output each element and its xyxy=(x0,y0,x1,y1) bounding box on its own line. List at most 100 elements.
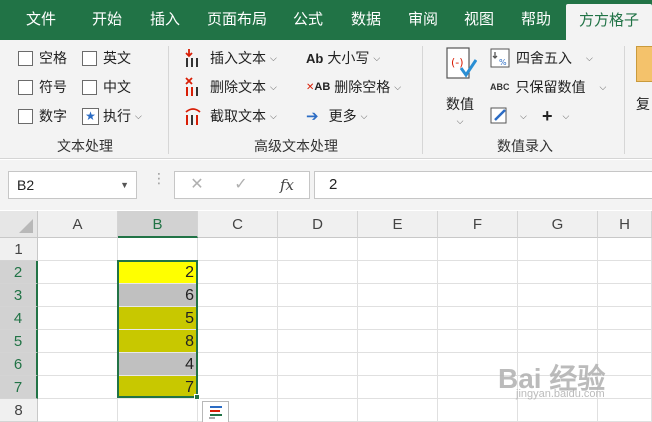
checkbox-space[interactable]: 空格 xyxy=(18,47,67,69)
tab-help[interactable]: 帮助 xyxy=(507,0,565,40)
cell-b3[interactable]: 6 xyxy=(118,284,198,307)
grid-cell[interactable] xyxy=(278,261,358,284)
chevron-down-icon[interactable]: ▼ xyxy=(120,172,129,198)
grid-cell[interactable] xyxy=(278,284,358,307)
grid-cell[interactable] xyxy=(38,261,118,284)
grid-cell[interactable] xyxy=(198,261,278,284)
confirm-icon[interactable]: ✓ xyxy=(227,174,255,196)
grid-cell[interactable] xyxy=(438,307,518,330)
grid-cell[interactable] xyxy=(198,284,278,307)
column-header-g[interactable]: G xyxy=(518,211,598,238)
grid-cell[interactable] xyxy=(278,330,358,353)
grid-cell[interactable] xyxy=(198,238,278,261)
tab-home[interactable]: 开始 xyxy=(78,0,136,40)
grid-cell[interactable] xyxy=(118,399,198,422)
grid-cell[interactable] xyxy=(598,284,652,307)
grid-cell[interactable] xyxy=(38,353,118,376)
more-button[interactable]: ➔ 更多 ⌵ xyxy=(306,105,367,127)
grid-cell[interactable] xyxy=(598,238,652,261)
tab-fangfang[interactable]: 方方格子 xyxy=(566,4,652,40)
grid-cell[interactable] xyxy=(38,284,118,307)
grid-cell[interactable] xyxy=(278,376,358,399)
tab-review[interactable]: 审阅 xyxy=(394,0,452,40)
checkbox-box[interactable] xyxy=(82,79,97,95)
checkbox-box[interactable] xyxy=(82,50,97,66)
grid-cell[interactable] xyxy=(198,307,278,330)
tab-view[interactable]: 视图 xyxy=(450,0,508,40)
grid-cell[interactable] xyxy=(358,284,438,307)
grid-cell[interactable] xyxy=(278,238,358,261)
grid-cell[interactable] xyxy=(518,307,598,330)
checkbox-box[interactable] xyxy=(18,50,33,66)
row-header-5[interactable]: 5 xyxy=(0,330,38,353)
checkbox-english[interactable]: 英文 xyxy=(82,47,131,69)
grid-cell[interactable] xyxy=(278,307,358,330)
execute-button[interactable]: ★ 执行 ⌵ xyxy=(82,105,142,127)
grid-cell[interactable] xyxy=(38,238,118,261)
grid-cell[interactable] xyxy=(38,376,118,399)
quick-analysis-button[interactable] xyxy=(202,401,229,422)
grid-cell[interactable] xyxy=(38,330,118,353)
case-button[interactable]: Ab 大小写 ⌵ xyxy=(306,47,380,69)
grid-cell[interactable] xyxy=(438,238,518,261)
insert-text-button[interactable]: 插入文本 ⌵ xyxy=(184,47,277,69)
checkbox-box[interactable] xyxy=(18,79,33,95)
grid-cell[interactable] xyxy=(358,261,438,284)
cell-b5[interactable]: 8 xyxy=(118,330,198,353)
grid-cell[interactable] xyxy=(438,284,518,307)
delete-text-button[interactable]: 删除文本 ⌵ xyxy=(184,76,277,98)
grid-cell[interactable] xyxy=(278,399,358,422)
tab-insert[interactable]: 插入 xyxy=(136,0,194,40)
checkbox-box[interactable] xyxy=(18,108,33,124)
grid-cell[interactable] xyxy=(358,307,438,330)
grid-cell[interactable] xyxy=(598,353,652,376)
edit-format-button[interactable]: ⌵ xyxy=(490,105,527,127)
row-header-8[interactable]: 8 xyxy=(0,399,38,422)
grid-cell[interactable] xyxy=(278,353,358,376)
cell-b2[interactable]: 2 xyxy=(118,261,198,284)
grid-cell[interactable] xyxy=(598,307,652,330)
grid-cell[interactable] xyxy=(518,261,598,284)
delete-spaces-button[interactable]: ✕AB 删除空格 ⌵ xyxy=(306,76,401,98)
grid-cell[interactable] xyxy=(518,399,598,422)
select-all-corner[interactable] xyxy=(0,211,38,238)
grid-cell[interactable] xyxy=(358,399,438,422)
column-header-e[interactable]: E xyxy=(358,211,438,238)
name-box[interactable]: B2 ▼ xyxy=(8,171,137,199)
cancel-icon[interactable]: ✕ xyxy=(183,174,211,196)
grid-cell[interactable] xyxy=(518,284,598,307)
column-header-b[interactable]: B xyxy=(118,211,198,238)
cell-b7[interactable]: 7 xyxy=(118,376,198,399)
grid-cell[interactable] xyxy=(598,330,652,353)
keep-values-button[interactable]: ABC 只保留数值 ⌵ xyxy=(490,76,606,98)
grid-cell[interactable] xyxy=(598,399,652,422)
add-button[interactable]: + ⌵ xyxy=(542,105,569,127)
grid-cell[interactable] xyxy=(38,307,118,330)
value-button[interactable]: (-) 数值 ⌵ xyxy=(436,46,484,130)
grid-cell[interactable] xyxy=(198,376,278,399)
grid-cell[interactable] xyxy=(198,330,278,353)
row-header-3[interactable]: 3 xyxy=(0,284,38,307)
grid-cell[interactable] xyxy=(518,330,598,353)
tab-file[interactable]: 文件 xyxy=(12,0,70,40)
extract-text-button[interactable]: 截取文本 ⌵ xyxy=(184,105,277,127)
grid-cell[interactable] xyxy=(358,238,438,261)
round-button[interactable]: % 四舍五入 ⌵ xyxy=(490,47,593,69)
grid-cell[interactable] xyxy=(438,399,518,422)
tab-data[interactable]: 数据 xyxy=(337,0,395,40)
grid-cell[interactable] xyxy=(198,353,278,376)
grid-cell[interactable] xyxy=(118,238,198,261)
grid-cell[interactable] xyxy=(358,353,438,376)
insert-function-icon[interactable]: fx xyxy=(273,174,301,196)
column-header-a[interactable]: A xyxy=(38,211,118,238)
tab-formulas[interactable]: 公式 xyxy=(280,0,336,40)
formula-input[interactable]: 2 xyxy=(314,171,652,199)
row-header-7[interactable]: 7 xyxy=(0,376,38,399)
checkbox-chinese[interactable]: 中文 xyxy=(82,76,131,98)
grid-cell[interactable] xyxy=(438,330,518,353)
cell-b6[interactable]: 4 xyxy=(118,353,198,376)
grid-cell[interactable] xyxy=(358,376,438,399)
column-header-d[interactable]: D xyxy=(278,211,358,238)
grid-cell[interactable] xyxy=(598,376,652,399)
grid-cell[interactable] xyxy=(598,261,652,284)
